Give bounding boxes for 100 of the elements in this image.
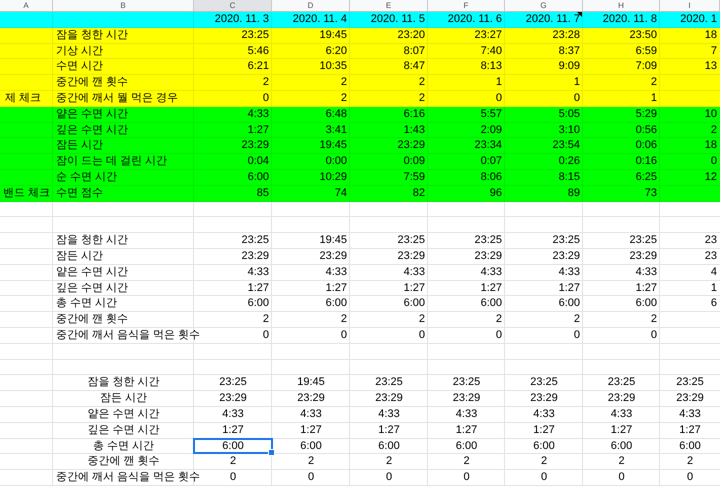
table-cell: 4:33 xyxy=(404,264,425,279)
table-cell: 23:29 xyxy=(676,391,704,406)
fill-handle[interactable] xyxy=(268,449,275,456)
table-cell: 10:29 xyxy=(319,170,347,184)
table-cell: 2 xyxy=(418,312,425,326)
row-label: 잠든 시간 xyxy=(56,248,104,263)
table-cell: 6:25 xyxy=(636,170,657,184)
table-cell: 23:25 xyxy=(452,375,480,390)
table-cell: 0 xyxy=(262,328,269,342)
table-cell: 82 xyxy=(412,186,425,200)
table-cell: 3:10 xyxy=(558,122,580,137)
row-label: 얕은 수면 시간 xyxy=(56,106,128,121)
table-cell: 8:07 xyxy=(404,44,425,58)
table-cell: 6:00 xyxy=(533,438,555,453)
date-cell: 2020. 11. 6 xyxy=(448,12,502,26)
table-cell: 23:29 xyxy=(241,138,269,152)
table-cell: 23:25 xyxy=(608,375,636,390)
row-label: 총 수면 시간 xyxy=(56,296,118,310)
row-label: 얕은 수면 시간 xyxy=(56,264,128,279)
date-cell: 2020. 11. 8 xyxy=(602,12,657,26)
table-cell: 18 xyxy=(704,138,717,152)
row-label: 잠든 시간 xyxy=(100,391,148,406)
date-cell: 2020. 1 xyxy=(680,12,717,26)
table-cell: 0:06 xyxy=(636,138,657,152)
table-cell: 0:07 xyxy=(480,154,502,168)
table-cell: 6:00 xyxy=(558,296,580,310)
table-cell: 6:00 xyxy=(404,296,425,310)
table-cell: 9:09 xyxy=(558,59,580,74)
table-cell: 1:27 xyxy=(326,280,347,295)
table-cell: 8:06 xyxy=(480,170,502,184)
table-cell: 0:09 xyxy=(404,154,425,168)
table-cell: 23:29 xyxy=(530,391,558,406)
row-label: 깊은 수면 시간 xyxy=(87,422,160,437)
row-label: 기상 시간 xyxy=(56,44,104,58)
table-cell: 23:27 xyxy=(474,28,502,42)
table-cell: 74 xyxy=(334,186,347,200)
table-cell: 18 xyxy=(704,28,717,42)
table-cell: 0 xyxy=(418,328,425,342)
row-label: 중간에 깬 횟수 xyxy=(56,312,128,326)
table-cell: 4:33 xyxy=(378,406,400,421)
date-cell: 2020. 11. 4 xyxy=(292,12,347,26)
table-cell: 23:20 xyxy=(397,28,425,42)
table-cell: 2 xyxy=(262,75,269,90)
table-cell: 1:27 xyxy=(610,422,632,437)
table-cell: 2 xyxy=(418,75,425,90)
table-cell: 23:25 xyxy=(676,375,704,390)
table-cell: 2 xyxy=(418,90,425,105)
table-cell: 3:41 xyxy=(326,122,347,137)
row-label: 중간에 깨서 음식을 먹은 횟수 xyxy=(56,470,200,484)
row-label: 총 수면 시간 xyxy=(92,438,154,453)
table-cell: 4:33 xyxy=(300,406,322,421)
table-cell: 2 xyxy=(496,312,502,326)
row-label: 중간에 깨서 뭘 먹은 경우 xyxy=(56,90,178,105)
table-cell: 1:27 xyxy=(248,122,269,137)
table-cell: 1:43 xyxy=(404,122,425,137)
table-cell: 0:16 xyxy=(636,154,657,168)
table-cell: 7:09 xyxy=(636,59,657,74)
row-label: 수면 점수 xyxy=(56,186,104,200)
row-label: 얕은 수면 시간 xyxy=(87,406,160,421)
table-cell: 0 xyxy=(230,470,236,484)
table-cell: 0 xyxy=(463,470,470,484)
table-cell: 1:27 xyxy=(533,422,555,437)
column-header[interactable]: C xyxy=(194,0,272,11)
table-cell: 23 xyxy=(704,233,717,248)
table-cell: 0:04 xyxy=(248,154,269,168)
table-cell: 23:25 xyxy=(474,233,502,248)
table-cell: 0 xyxy=(540,470,548,484)
table-cell: 6:00 xyxy=(679,438,701,453)
table-cell: 0 xyxy=(340,328,347,342)
table-cell: 6:20 xyxy=(326,44,347,58)
table-cell: 2 xyxy=(710,122,717,137)
table-cell: 1 xyxy=(496,75,502,90)
table-cell: 2 xyxy=(230,454,236,468)
table-cell: 85 xyxy=(256,186,269,200)
row-label: 중간에 깬 횟수 xyxy=(87,454,160,468)
row-label: 잠든 시간 xyxy=(56,138,104,152)
table-cell: 0 xyxy=(262,90,269,105)
table-cell: 2 xyxy=(308,454,314,468)
table-cell: 10:35 xyxy=(319,59,347,74)
table-cell: 23:29 xyxy=(552,248,580,263)
table-cell: 0:26 xyxy=(558,154,580,168)
table-cell: 1:27 xyxy=(248,280,269,295)
table-cell: 0 xyxy=(496,90,502,105)
table-cell: 23:29 xyxy=(375,391,403,406)
table-cell: 1:27 xyxy=(300,422,322,437)
selected-cell[interactable]: 6:00 xyxy=(194,438,272,454)
table-cell: 2 xyxy=(540,454,548,468)
table-cell: 1:27 xyxy=(456,422,478,437)
table-cell: 23 xyxy=(704,248,717,263)
table-cell: 6:00 xyxy=(248,296,269,310)
table-cell: 1:27 xyxy=(378,422,400,437)
table-cell: 0 xyxy=(386,470,392,484)
date-cell: 2020. 11. 5 xyxy=(370,12,425,26)
table-cell: 23:29 xyxy=(241,248,269,263)
table-cell: 0 xyxy=(574,90,580,105)
table-cell: 8:15 xyxy=(558,170,580,184)
group-label: 제 체크 xyxy=(4,90,41,105)
table-cell: 2 xyxy=(618,454,625,468)
table-cell: 23:25 xyxy=(241,28,269,42)
row-label: 깊은 수면 시간 xyxy=(56,280,128,295)
